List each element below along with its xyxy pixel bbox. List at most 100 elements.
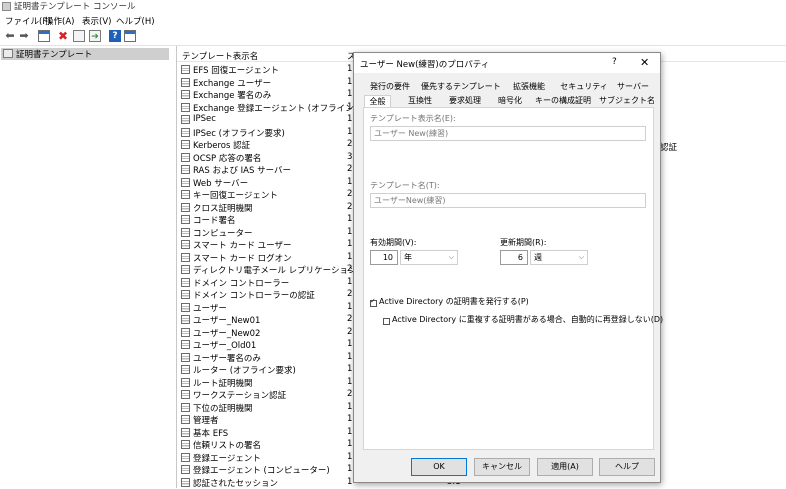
certificate-template-icon [181, 240, 190, 249]
schema-version: 1 [347, 64, 353, 74]
schema-version: 1 [347, 401, 353, 412]
schema-version: 1 [347, 76, 353, 87]
no-reenroll-label[interactable]: Active Directory に重複する証明書がある場合、自動的に再登録しな… [392, 314, 663, 325]
certificate-template-icon [181, 290, 190, 299]
tab-superseded-templates[interactable]: 優先するテンプレート [421, 81, 501, 93]
validity-unit-select[interactable]: 年 ⌵ [400, 250, 458, 265]
template-name: 認証されたセッション [193, 478, 279, 489]
help-icon[interactable]: ? [109, 30, 121, 42]
menu-file[interactable]: ファイル(F) [5, 15, 51, 27]
export-list-icon[interactable]: ➔ [89, 30, 101, 42]
schema-version: 1 [347, 214, 353, 224]
template-name-field[interactable]: ユーザーNew(練習) [370, 193, 646, 208]
tab-request-handling[interactable]: 要求処理 [445, 95, 485, 107]
tab-issuance-requirements[interactable]: 発行の要件 [364, 81, 416, 93]
schema-version: 1 [347, 176, 353, 187]
template-name: Kerberos 認証 [193, 141, 251, 151]
tab-subject-name[interactable]: サブジェクト名 [599, 95, 655, 107]
certificate-template-icon [181, 465, 190, 474]
certificate-template-icon [181, 440, 190, 449]
schema-version: 1 [347, 226, 353, 237]
publish-ad-checkbox[interactable] [370, 297, 377, 307]
show-hide-tree-icon[interactable] [38, 30, 50, 42]
template-name: ユーザー署名のみ [193, 353, 261, 364]
template-name-label: テンプレート名(T): [370, 181, 440, 190]
template-name: Exchange ユーザー [193, 78, 272, 89]
certificate-template-icon [181, 215, 190, 224]
back-arrow-icon[interactable]: ⬅ [4, 30, 16, 42]
tab-extensions[interactable]: 拡張機能 [507, 81, 551, 93]
schema-version: 1 [347, 126, 353, 137]
schema-version: 1 [347, 464, 353, 474]
schema-version: 2 [347, 164, 353, 174]
template-name: EFS 回復エージェント [193, 66, 280, 76]
certificate-template-icon [181, 227, 190, 237]
template-name: スマート カード ログオン [193, 253, 292, 264]
apply-button[interactable]: 適用(A) [537, 458, 593, 476]
app-icon [2, 2, 11, 11]
schema-version: 1 [347, 364, 353, 374]
column-header-display-name[interactable]: テンプレート表示名 [182, 50, 258, 62]
schema-version: 1 [347, 451, 353, 462]
renewal-unit-value: 週 [534, 253, 542, 262]
certificate-template-icon [181, 315, 190, 324]
validity-period-label: 有効期間(V): [370, 238, 417, 247]
template-name: スマート カード ユーザー [193, 241, 292, 251]
dialog-title-bar: ユーザー New(練習)のプロパティ ? ✕ [354, 53, 660, 73]
menu-help[interactable]: ヘルプ(H) [116, 15, 155, 27]
tab-server[interactable]: サーバー [615, 81, 651, 93]
tab-key-attestation[interactable]: キーの構成証明 [534, 95, 592, 107]
menu-action[interactable]: 操作(A) [45, 15, 74, 27]
certificate-template-icon [181, 327, 190, 337]
schema-version: 1 [347, 376, 353, 387]
cancel-button[interactable]: キャンセル [474, 458, 530, 476]
menu-view[interactable]: 表示(V) [82, 15, 111, 27]
menu-bar: ファイル(F) 操作(A) 表示(V) ヘルプ(H) [0, 14, 786, 27]
tab-compatibility[interactable]: 互換性 [403, 95, 437, 107]
schema-version: 1 [347, 301, 353, 312]
delete-icon[interactable]: ✖ [57, 30, 69, 42]
template-name: ドメイン コントローラー [193, 278, 290, 289]
no-reenroll-checkbox[interactable] [383, 318, 390, 325]
template-name: ルーター (オフライン要求) [193, 366, 296, 376]
schema-version: 1 [347, 251, 353, 262]
certificate-template-icon [181, 277, 190, 287]
action-pane-icon[interactable] [124, 30, 136, 42]
ok-button[interactable]: OK [411, 458, 467, 476]
template-name: Web サーバー [193, 178, 249, 189]
template-name: ユーザー_Old01 [193, 341, 257, 351]
tab-cryptography[interactable]: 暗号化 [494, 95, 526, 107]
template-name: Exchange 署名のみ [193, 91, 272, 101]
help-button[interactable]: ? [612, 57, 617, 67]
certificate-template-icon [181, 340, 190, 349]
renewal-period-label: 更新期間(R): [500, 238, 547, 247]
schema-version: 2 [347, 326, 353, 337]
template-name: クロス証明機関 [193, 203, 253, 214]
publish-ad-label[interactable]: Active Directory の証明書を発行する(P) [379, 296, 529, 307]
template-name: ディレクトリ電子メール レプリケーション [193, 266, 357, 276]
certificate-folder-icon [3, 49, 13, 58]
schema-version: 1 [347, 414, 353, 424]
schema-version: 1 [347, 439, 353, 449]
renewal-period-input[interactable]: 6 [500, 250, 528, 265]
tab-security[interactable]: セキュリティ [560, 81, 608, 93]
close-icon[interactable]: ✕ [640, 56, 649, 69]
certificate-template-icon [181, 140, 190, 149]
tree-item-certificate-templates[interactable]: 証明書テンプレート [1, 48, 169, 60]
chevron-down-icon: ⌵ [578, 253, 584, 261]
certificate-template-icon [181, 252, 190, 262]
validity-period-input[interactable]: 10 [370, 250, 398, 265]
certificate-template-icon [181, 90, 190, 99]
help-dialog-button[interactable]: ヘルプ [599, 458, 655, 476]
properties-icon[interactable] [73, 30, 85, 42]
template-name: RAS および IAS サーバー [193, 166, 292, 176]
certificate-template-icon [181, 127, 190, 137]
certificate-template-icon [181, 77, 190, 87]
validity-unit-value: 年 [404, 253, 412, 262]
certificate-template-icon [181, 115, 190, 124]
forward-arrow-icon[interactable]: ➡ [18, 30, 30, 42]
template-name: 信頼リストの署名 [193, 441, 262, 451]
display-name-field[interactable]: ユーザー New(練習) [370, 126, 646, 141]
renewal-unit-select[interactable]: 週 ⌵ [530, 250, 588, 265]
template-name: キー回復エージェント [193, 191, 278, 201]
